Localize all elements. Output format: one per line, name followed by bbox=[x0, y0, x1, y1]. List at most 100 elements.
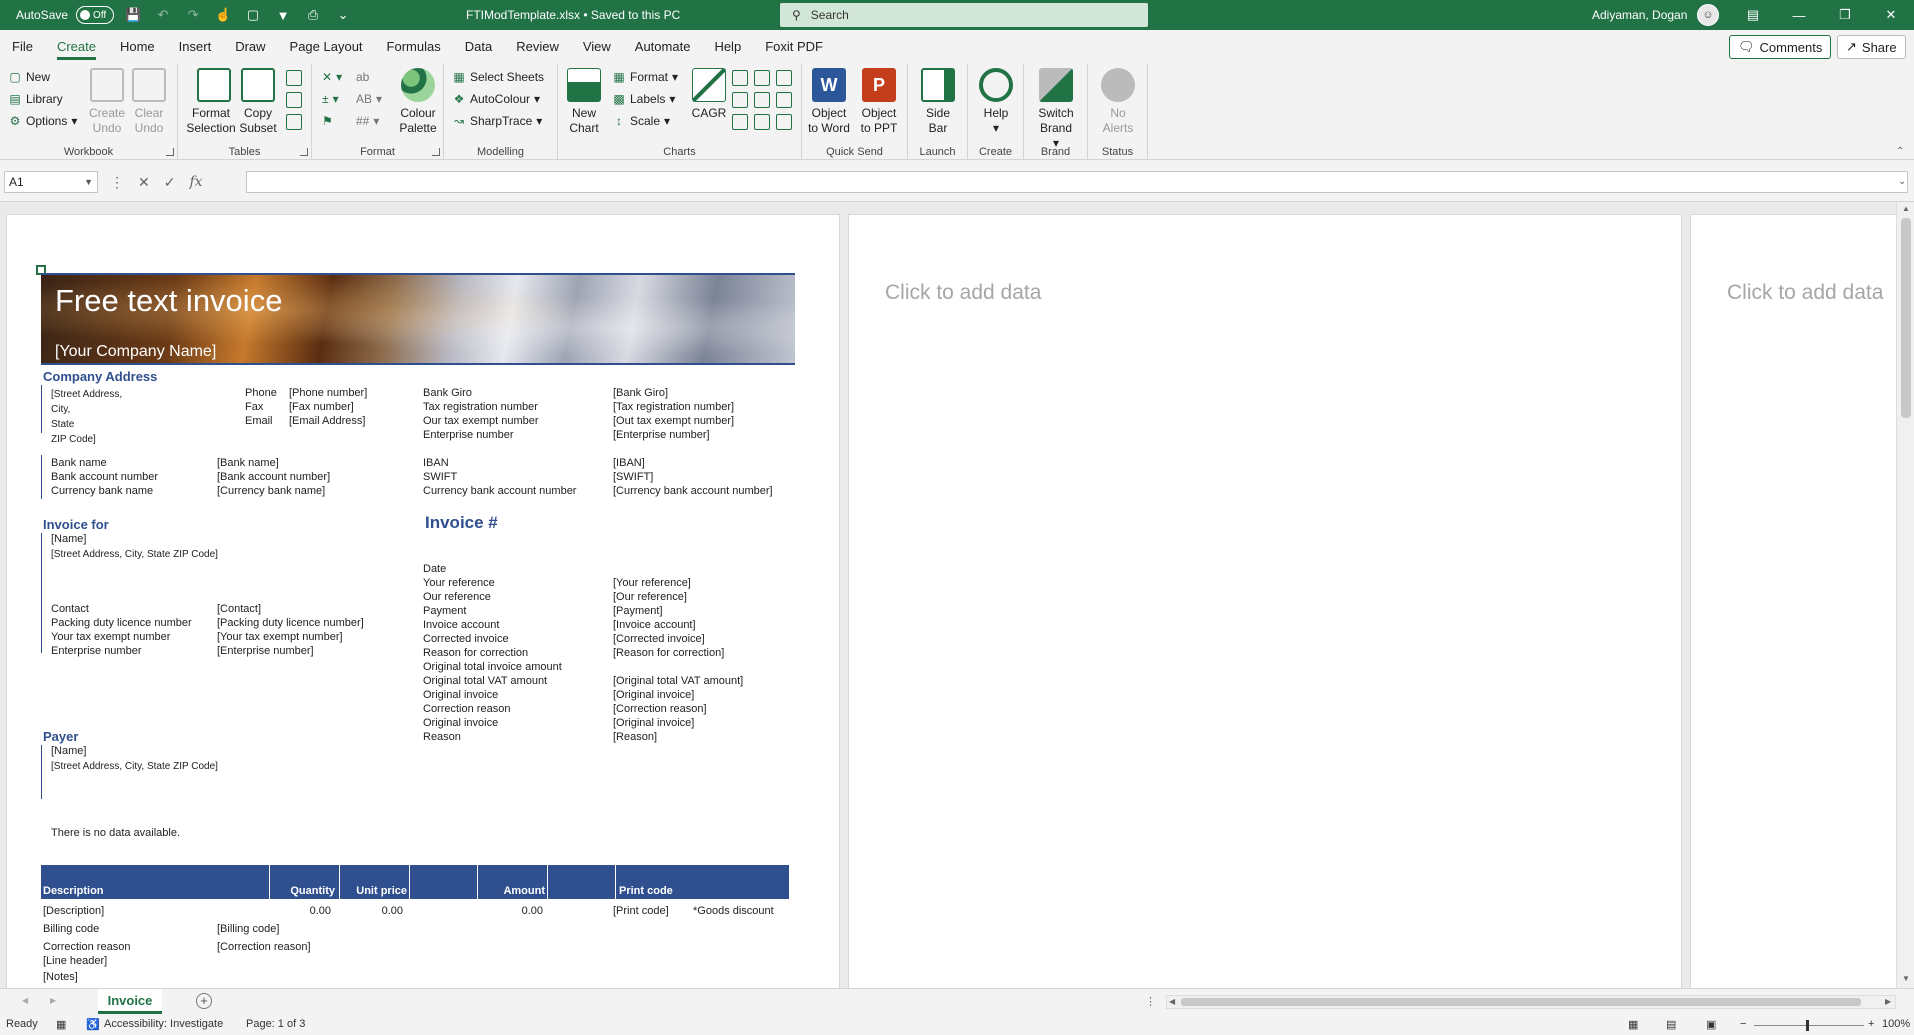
tab-automate[interactable]: Automate bbox=[623, 30, 703, 64]
tab-file[interactable]: File bbox=[0, 30, 45, 64]
redo-icon[interactable]: ↷ bbox=[182, 4, 204, 26]
comments-button[interactable]: 🗨 Comments bbox=[1729, 35, 1832, 59]
next-sheet-icon[interactable]: ▶ bbox=[50, 996, 56, 1005]
new-chart-button[interactable]: New Chart bbox=[566, 68, 602, 136]
tab-foxit-pdf[interactable]: Foxit PDF bbox=[753, 30, 835, 64]
clear-format-button[interactable]: ✕ ▾ bbox=[322, 70, 342, 84]
chevron-down-icon[interactable]: ▼ bbox=[84, 172, 93, 192]
number-format-button[interactable]: ## ▾ bbox=[356, 114, 379, 128]
share-button[interactable]: ↗ Share bbox=[1837, 35, 1906, 59]
chart-tool-icon[interactable] bbox=[732, 92, 748, 108]
prev-sheet-icon[interactable]: ◀ bbox=[22, 996, 28, 1005]
zoom-level[interactable]: 100% bbox=[1882, 1018, 1910, 1030]
accessibility-status[interactable]: Accessibility: Investigate bbox=[104, 1018, 223, 1030]
collapse-ribbon-icon[interactable]: ⌃ bbox=[1896, 146, 1904, 157]
avatar[interactable]: ☺ bbox=[1697, 4, 1719, 26]
expand-formula-bar-icon[interactable]: ⌄ bbox=[1898, 176, 1906, 187]
tab-formulas[interactable]: Formulas bbox=[375, 30, 453, 64]
chart-format-button[interactable]: ▦ Format ▾ bbox=[612, 70, 678, 84]
chart-tool-icon[interactable] bbox=[732, 114, 748, 130]
chart-tool-icon[interactable] bbox=[776, 70, 792, 86]
autosave-toggle[interactable]: Off bbox=[76, 6, 115, 24]
scroll-left-icon[interactable]: ◀ bbox=[1169, 997, 1175, 1006]
normal-view-icon[interactable]: ▦ bbox=[1628, 1018, 1638, 1031]
labels-button[interactable]: ▩ Labels ▾ bbox=[612, 92, 675, 106]
chart-tool-icon[interactable] bbox=[732, 70, 748, 86]
table-grid-icon[interactable] bbox=[286, 114, 302, 130]
ribbon-display-icon[interactable]: ▤ bbox=[1730, 0, 1776, 30]
tables-launcher-icon[interactable] bbox=[300, 148, 308, 156]
page-2[interactable]: Click to add data bbox=[848, 214, 1682, 988]
filter-icon[interactable]: ▼ bbox=[272, 4, 294, 26]
side-bar-button[interactable]: Side Bar bbox=[918, 68, 958, 136]
sheet-tab-invoice[interactable]: Invoice bbox=[98, 989, 162, 1014]
cagr-button[interactable]: CAGR bbox=[690, 68, 728, 121]
search-input[interactable]: ⚲ Search bbox=[780, 3, 1148, 27]
object-to-word-button[interactable]: W Object to Word bbox=[806, 68, 852, 136]
options-button[interactable]: ⚙ Options ▾ bbox=[8, 114, 78, 128]
chart-tool-icon[interactable] bbox=[754, 70, 770, 86]
vertical-scrollbar[interactable]: ▲ ▼ bbox=[1896, 202, 1914, 988]
zoom-in-icon[interactable]: + bbox=[1868, 1018, 1874, 1030]
table-grid-icon[interactable] bbox=[286, 70, 302, 86]
chart-tool-icon[interactable] bbox=[776, 92, 792, 108]
undo-icon[interactable]: ↶ bbox=[152, 4, 174, 26]
horizontal-scrollbar[interactable]: ◀ ▶ bbox=[1166, 995, 1896, 1009]
minimize-icon[interactable]: — bbox=[1776, 0, 1822, 30]
scroll-up-icon[interactable]: ▲ bbox=[1902, 204, 1910, 213]
accessibility-icon[interactable]: ♿ bbox=[86, 1018, 100, 1031]
tab-home[interactable]: Home bbox=[108, 30, 167, 64]
sheet-area[interactable]: Free text invoice [Your Company Name] Co… bbox=[0, 202, 1896, 988]
object-to-ppt-button[interactable]: P Object to PPT bbox=[856, 68, 902, 136]
more-options-icon[interactable]: ⋮ bbox=[110, 174, 124, 191]
user-name[interactable]: Adiyaman, Dogan bbox=[1592, 0, 1687, 30]
document-title[interactable]: FTIModTemplate.xlsx • Saved to this PC bbox=[466, 0, 680, 30]
formula-input[interactable] bbox=[246, 171, 1908, 193]
insert-row-button[interactable]: ± ▾ bbox=[322, 92, 339, 106]
scroll-thumb[interactable] bbox=[1181, 998, 1861, 1006]
touch-mode-icon[interactable]: ☝ bbox=[212, 4, 234, 26]
customize-quick-access-icon[interactable]: ⌄ bbox=[332, 4, 354, 26]
no-alerts-button[interactable]: No Alerts bbox=[1098, 68, 1138, 136]
add-data-placeholder[interactable]: Click to add data bbox=[1727, 281, 1883, 305]
zoom-slider[interactable] bbox=[1754, 1020, 1864, 1031]
switch-brand-button[interactable]: Switch Brand ▾ bbox=[1030, 68, 1082, 151]
help-button[interactable]: Help ▾ bbox=[976, 68, 1016, 136]
scroll-down-icon[interactable]: ▼ bbox=[1902, 974, 1910, 983]
enter-icon[interactable]: ✓ bbox=[164, 174, 176, 191]
clear-undo-button[interactable]: Clear Undo bbox=[130, 68, 168, 136]
print-icon[interactable]: ⎙ bbox=[302, 4, 324, 26]
tab-data[interactable]: Data bbox=[453, 30, 504, 64]
add-data-placeholder[interactable]: Click to add data bbox=[885, 281, 1041, 305]
name-box[interactable]: A1 ▼ bbox=[4, 171, 98, 193]
page-break-view-icon[interactable]: ▣ bbox=[1706, 1018, 1716, 1031]
page-3[interactable]: Click to add data bbox=[1690, 214, 1896, 988]
chart-tool-icon[interactable] bbox=[754, 92, 770, 108]
zoom-out-icon[interactable]: − bbox=[1740, 1018, 1746, 1030]
insert-function-icon[interactable]: fx bbox=[189, 174, 202, 190]
scale-button[interactable]: ↕ Scale ▾ bbox=[612, 114, 670, 128]
chart-tool-icon[interactable] bbox=[754, 114, 770, 130]
close-icon[interactable]: ✕ bbox=[1868, 0, 1914, 30]
font-case-button[interactable]: ab bbox=[356, 70, 369, 84]
format-selection-button[interactable]: Format Selection bbox=[186, 68, 236, 136]
restore-icon[interactable]: ❐ bbox=[1822, 0, 1868, 30]
scroll-right-icon[interactable]: ▶ bbox=[1885, 997, 1891, 1006]
flag-button[interactable]: ⚑ bbox=[322, 114, 333, 128]
zoom-slider-knob[interactable] bbox=[1806, 1020, 1809, 1031]
copy-subset-button[interactable]: Copy Subset bbox=[239, 68, 277, 136]
tab-draw[interactable]: Draw bbox=[223, 30, 277, 64]
split-handle-icon[interactable]: ⋮ bbox=[1145, 995, 1156, 1008]
format-launcher-icon[interactable] bbox=[432, 148, 440, 156]
workbook-launcher-icon[interactable] bbox=[166, 148, 174, 156]
page-1[interactable]: Free text invoice [Your Company Name] Co… bbox=[6, 214, 840, 988]
sharptrace-button[interactable]: ↝ SharpTrace ▾ bbox=[452, 114, 542, 128]
font-style-button[interactable]: AB ▾ bbox=[356, 92, 382, 106]
save-icon[interactable]: 💾 bbox=[122, 4, 144, 26]
tab-help[interactable]: Help bbox=[702, 30, 753, 64]
chart-tool-icon[interactable] bbox=[776, 114, 792, 130]
library-button[interactable]: ▤ Library bbox=[8, 92, 62, 106]
add-sheet-icon[interactable]: + bbox=[196, 993, 212, 1009]
cancel-icon[interactable]: ✕ bbox=[138, 174, 150, 191]
tab-insert[interactable]: Insert bbox=[167, 30, 224, 64]
